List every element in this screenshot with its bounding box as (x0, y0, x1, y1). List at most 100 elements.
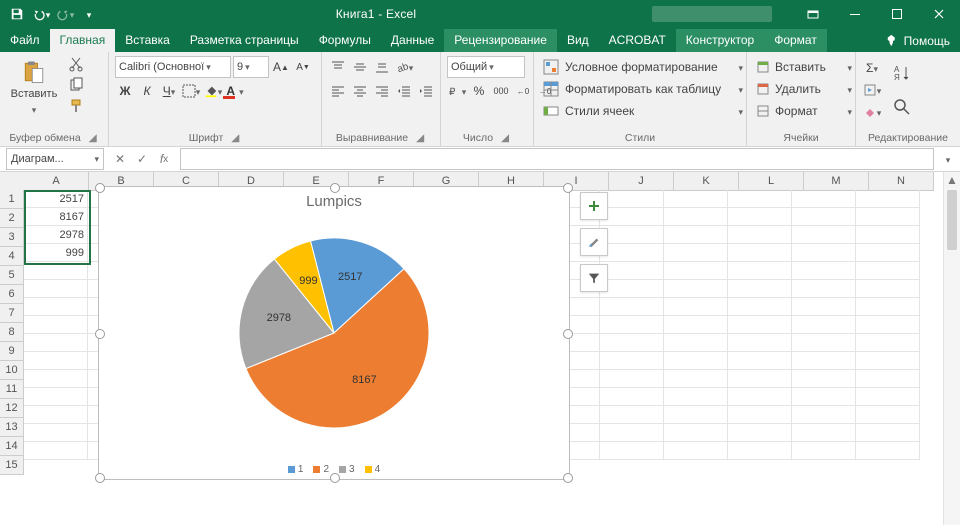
tab-view[interactable]: Вид (557, 29, 599, 52)
cell[interactable] (24, 388, 88, 406)
worksheet-grid[interactable]: ABCDEFGHIJKLMN 123456789101112131415 251… (0, 172, 960, 525)
cell[interactable] (856, 190, 920, 208)
resize-handle-n[interactable] (330, 183, 340, 193)
legend-item[interactable]: 3 (339, 464, 355, 475)
chart-object[interactable]: Lumpics 251781672978999 1234 (98, 186, 570, 480)
orientation-button[interactable]: ab (394, 57, 414, 77)
number-format-combo[interactable]: Общий (447, 56, 525, 78)
cell[interactable] (792, 406, 856, 424)
cell[interactable] (728, 262, 792, 280)
paste-button[interactable]: Вставить (6, 54, 62, 128)
cell[interactable] (664, 406, 728, 424)
legend-item[interactable]: 2 (313, 464, 329, 475)
column-header[interactable]: K (674, 172, 739, 191)
tab-chart-format[interactable]: Формат (764, 29, 827, 52)
underline-button[interactable]: Ч (159, 81, 179, 101)
cell[interactable] (792, 370, 856, 388)
cell[interactable] (856, 406, 920, 424)
row-header[interactable]: 4 (0, 247, 24, 266)
increase-indent-button[interactable] (416, 81, 436, 101)
cell[interactable] (664, 298, 728, 316)
increase-font-button[interactable]: A▲ (271, 57, 291, 77)
cell[interactable] (856, 442, 920, 460)
comma-format-button[interactable]: 000 (491, 81, 511, 101)
cell[interactable]: 2978 (24, 226, 88, 244)
formula-input[interactable] (180, 148, 934, 170)
cell[interactable] (600, 298, 664, 316)
cell[interactable] (24, 262, 88, 280)
column-header[interactable]: A (24, 172, 89, 191)
cell[interactable] (600, 208, 664, 226)
legend-item[interactable]: 4 (365, 464, 381, 475)
cell[interactable]: 2517 (24, 190, 88, 208)
align-right-button[interactable] (372, 81, 392, 101)
increase-decimal-button[interactable]: ←0 (513, 81, 533, 101)
cell[interactable] (664, 442, 728, 460)
cell[interactable] (728, 424, 792, 442)
chart-title[interactable]: Lumpics (99, 193, 569, 210)
cell[interactable] (600, 316, 664, 334)
row-header[interactable]: 11 (0, 380, 24, 399)
align-top-button[interactable] (328, 57, 348, 77)
cell[interactable] (728, 370, 792, 388)
cell[interactable] (728, 208, 792, 226)
cell[interactable] (600, 406, 664, 424)
cell[interactable] (728, 406, 792, 424)
enter-formula-button[interactable]: ✓ (132, 149, 152, 169)
cell[interactable] (856, 370, 920, 388)
align-middle-button[interactable] (350, 57, 370, 77)
tell-me[interactable]: Помощь (876, 30, 960, 52)
cell[interactable] (856, 280, 920, 298)
cell[interactable] (664, 334, 728, 352)
cell[interactable] (728, 388, 792, 406)
cell[interactable] (24, 442, 88, 460)
name-box[interactable]: Диаграм... (6, 148, 104, 170)
cell[interactable] (600, 388, 664, 406)
cell[interactable] (728, 316, 792, 334)
legend-item[interactable]: 1 (288, 464, 304, 475)
cell[interactable] (792, 244, 856, 262)
column-header[interactable]: N (869, 172, 934, 191)
cell[interactable] (792, 424, 856, 442)
cell[interactable] (792, 280, 856, 298)
clipboard-dialog-launcher[interactable]: ◢ (87, 132, 99, 144)
cell[interactable] (856, 244, 920, 262)
tab-insert[interactable]: Вставка (115, 29, 180, 52)
bold-button[interactable]: Ж (115, 81, 135, 101)
chart-filters-button[interactable] (580, 264, 608, 292)
tab-acrobat[interactable]: ACROBAT (599, 29, 676, 52)
row-header[interactable]: 14 (0, 437, 24, 456)
column-header[interactable]: M (804, 172, 869, 191)
undo-button[interactable] (30, 3, 52, 25)
cell[interactable] (24, 352, 88, 370)
cell[interactable] (856, 262, 920, 280)
sort-filter-button[interactable]: АЯ (890, 58, 914, 88)
chart-styles-button[interactable] (580, 228, 608, 256)
tab-file[interactable]: Файл (0, 29, 50, 52)
cell[interactable] (728, 442, 792, 460)
cell[interactable] (728, 334, 792, 352)
pie-chart-plot[interactable] (99, 213, 569, 453)
number-dialog-launcher[interactable]: ◢ (499, 132, 511, 144)
cell[interactable] (728, 244, 792, 262)
cancel-formula-button[interactable]: ✕ (110, 149, 130, 169)
cell[interactable] (24, 406, 88, 424)
conditional-formatting-button[interactable]: Условное форматирование (540, 56, 746, 78)
cell[interactable] (792, 298, 856, 316)
cell[interactable] (600, 370, 664, 388)
border-button[interactable] (181, 81, 201, 101)
tab-home[interactable]: Главная (50, 29, 116, 52)
row-header[interactable]: 2 (0, 209, 24, 228)
cell[interactable] (792, 334, 856, 352)
cell[interactable] (728, 280, 792, 298)
cell[interactable] (600, 262, 664, 280)
format-painter-button[interactable] (66, 96, 86, 116)
cell[interactable] (664, 208, 728, 226)
font-size-combo[interactable]: 9 (233, 56, 269, 78)
row-header[interactable]: 9 (0, 342, 24, 361)
cell[interactable] (792, 190, 856, 208)
decrease-font-button[interactable]: A▼ (293, 57, 313, 77)
cell[interactable] (664, 226, 728, 244)
cell[interactable] (856, 388, 920, 406)
cell[interactable] (664, 370, 728, 388)
